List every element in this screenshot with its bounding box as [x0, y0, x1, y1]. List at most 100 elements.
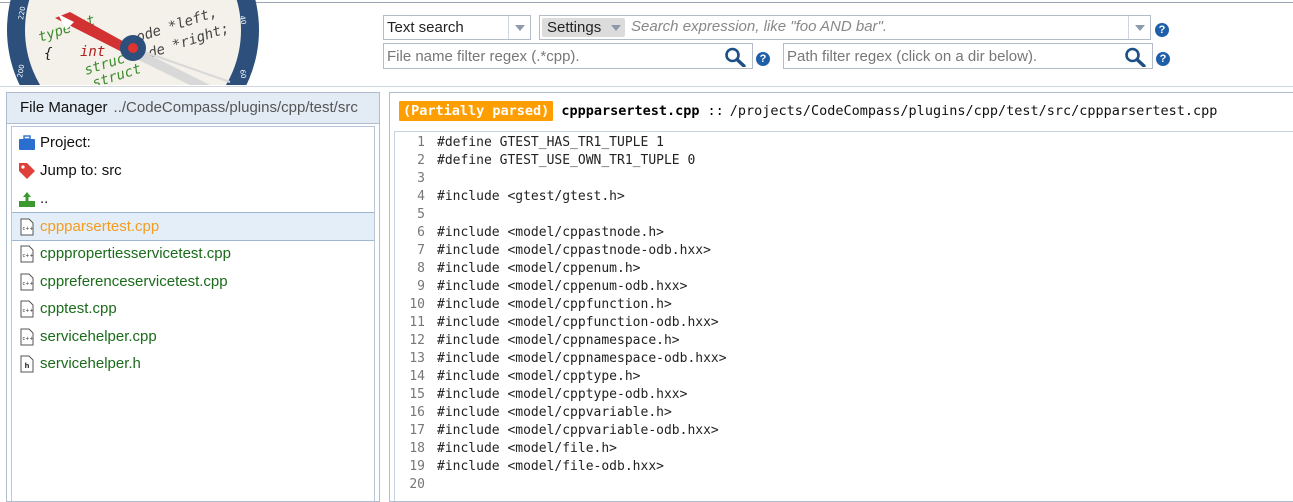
header-bar: 200 220 60 40 type st { int struc struct… [0, 0, 1293, 87]
code-text: #include <model/cppfunction.h> [437, 297, 672, 312]
file-item-cppparsertest[interactable]: c++ cppparsertest.cpp [12, 212, 374, 241]
code-line[interactable]: 17 #include <model/cppvariable-odb.hxx> [395, 422, 719, 440]
code-text: #include <model/cpptype.h> [437, 369, 641, 384]
code-header: (Partially parsed) cppparsertest.cpp :: … [390, 93, 1293, 129]
code-line[interactable]: 5 [395, 206, 437, 224]
jump-to-label: Jump to: src [40, 162, 122, 179]
path-help-icon[interactable]: ? [1156, 52, 1170, 66]
line-number: 8 [417, 261, 425, 276]
path-separator: :: [707, 103, 724, 119]
search-icon[interactable] [724, 47, 746, 67]
file-item-cpptest[interactable]: c++ cpptest.cpp [12, 295, 374, 322]
line-number: 3 [417, 171, 425, 186]
parent-directory-item[interactable]: .. [12, 185, 374, 212]
tag-icon [18, 161, 36, 181]
code-text: #include <model/cppenum-odb.hxx> [437, 279, 688, 294]
search-type-chevron-icon[interactable] [508, 16, 530, 39]
search-type-value: Text search [387, 19, 464, 36]
filename-help-icon[interactable]: ? [756, 52, 770, 66]
jump-to-item[interactable]: Jump to: src [12, 157, 374, 184]
code-line[interactable]: 8 #include <model/cppenum.h> [395, 260, 641, 278]
svg-text:c++: c++ [23, 253, 34, 259]
file-item-servicehelper-cpp[interactable]: c++ servicehelper.cpp [12, 323, 374, 350]
code-text: #include <model/cppfunction-odb.hxx> [437, 315, 719, 330]
project-label: Project: [40, 134, 91, 151]
svg-text:40: 40 [238, 15, 247, 25]
line-number: 2 [417, 153, 425, 168]
search-expression-placeholder: Search expression, like "foo AND bar". [631, 18, 888, 35]
code-line[interactable]: 6 #include <model/cppastnode.h> [395, 224, 664, 242]
search-type-select[interactable]: Text search [383, 15, 531, 40]
file-list: Project: Jump to: src .. c++ cppparserte… [11, 126, 375, 501]
search-help-icon[interactable]: ? [1155, 23, 1169, 37]
up-directory-icon [18, 189, 36, 209]
code-line[interactable]: 12 #include <model/cppnamespace.h> [395, 332, 680, 350]
file-name: cpptest.cpp [40, 300, 117, 317]
file-name: servicehelper.cpp [40, 328, 157, 345]
parent-directory-label: .. [40, 190, 49, 207]
code-panel: (Partially parsed) cppparsertest.cpp :: … [389, 92, 1293, 502]
path-filter-input[interactable]: Path filter regex (click on a dir below)… [783, 43, 1153, 69]
svg-text:h: h [25, 362, 30, 370]
code-line[interactable]: 4 #include <gtest/gtest.h> [395, 188, 625, 206]
file-name: servicehelper.h [40, 355, 141, 372]
svg-text:c++: c++ [23, 281, 34, 287]
code-line[interactable]: 14 #include <model/cpptype.h> [395, 368, 641, 386]
code-text: #include <model/cpptype-odb.hxx> [437, 387, 688, 402]
code-text: #define GTEST_USE_OWN_TR1_TUPLE 0 [437, 153, 696, 168]
file-manager-path: ../CodeCompass/plugins/cpp/test/src [113, 99, 358, 116]
code-text: #include <model/cppvariable-odb.hxx> [437, 423, 719, 438]
path-search-icon[interactable] [1124, 47, 1146, 67]
line-number: 18 [409, 441, 425, 456]
line-number: 11 [409, 315, 425, 330]
header-file-icon: h [18, 354, 36, 374]
file-item-cppreferenceservicetest[interactable]: c++ cppreferenceservicetest.cpp [12, 268, 374, 295]
code-line[interactable]: 2 #define GTEST_USE_OWN_TR1_TUPLE 0 [395, 152, 695, 170]
cpp-file-icon: c++ [18, 272, 36, 292]
code-line[interactable]: 10 #include <model/cppfunction.h> [395, 296, 672, 314]
code-line[interactable]: 18 #include <model/file.h> [395, 440, 617, 458]
code-text: #include <model/cppastnode.h> [437, 225, 664, 240]
line-number: 7 [417, 243, 425, 258]
code-text: #include <model/cppenum.h> [437, 261, 641, 276]
code-editor[interactable]: 1 #define GTEST_HAS_TR1_TUPLE 1 2 #define G… [394, 131, 1293, 501]
code-line[interactable]: 1 #define GTEST_HAS_TR1_TUPLE 1 [395, 134, 664, 152]
file-item-cpppropertiesservicetest[interactable]: c++ cpppropertiesservicetest.cpp [12, 240, 374, 267]
line-number: 4 [417, 189, 425, 204]
code-text: #define GTEST_HAS_TR1_TUPLE 1 [437, 135, 664, 150]
current-file-path: /projects/CodeCompass/plugins/cpp/test/s… [729, 103, 1218, 119]
cpp-file-icon: c++ [18, 217, 36, 237]
code-line[interactable]: 9 #include <model/cppenum-odb.hxx> [395, 278, 687, 296]
line-number: 16 [409, 405, 425, 420]
path-filter-placeholder: Path filter regex (click on a dir below)… [787, 48, 1038, 65]
codecompass-logo[interactable]: 200 220 60 40 type st { int struc struct… [0, 0, 262, 85]
code-text: #include <model/file.h> [437, 441, 618, 456]
file-item-servicehelper-h[interactable]: h servicehelper.h [12, 350, 374, 377]
settings-label: Settings [547, 19, 602, 36]
code-line[interactable]: 15 #include <model/cpptype-odb.hxx> [395, 386, 687, 404]
svg-text:{: { [44, 46, 53, 62]
code-line[interactable]: 7 #include <model/cppastnode-odb.hxx> [395, 242, 711, 260]
code-text: #include <model/file-odb.hxx> [437, 459, 664, 474]
file-name: cpppropertiesservicetest.cpp [40, 245, 231, 262]
filename-filter-input[interactable]: File name filter regex (.*cpp). [383, 43, 753, 69]
code-line[interactable]: 19 #include <model/file-odb.hxx> [395, 458, 664, 476]
code-line[interactable]: 20 [395, 476, 437, 494]
code-text: #include <model/cppastnode-odb.hxx> [437, 243, 711, 258]
code-line[interactable]: 16 #include <model/cppvariable.h> [395, 404, 671, 422]
settings-button[interactable]: Settings [542, 18, 625, 37]
search-expression-chevron-icon[interactable] [1128, 16, 1150, 39]
code-text: #include <model/cppnamespace-odb.hxx> [437, 351, 727, 366]
filename-filter-placeholder: File name filter regex (.*cpp). [387, 48, 580, 65]
code-line[interactable]: 3 [395, 170, 437, 188]
search-expression-field[interactable]: Settings Search expression, like "foo AN… [539, 15, 1151, 40]
project-item[interactable]: Project: [12, 129, 374, 156]
code-text: #include <model/cppnamespace.h> [437, 333, 680, 348]
code-line[interactable]: 11 #include <model/cppfunction-odb.hxx> [395, 314, 719, 332]
code-line[interactable]: 13 #include <model/cppnamespace-odb.hxx> [395, 350, 727, 368]
svg-text:60: 60 [238, 69, 247, 79]
file-manager-title-bar: File Manager ../CodeCompass/plugins/cpp/t… [7, 93, 379, 124]
line-number: 13 [409, 351, 425, 366]
svg-text:c++: c++ [23, 226, 34, 232]
line-number: 15 [409, 387, 425, 402]
